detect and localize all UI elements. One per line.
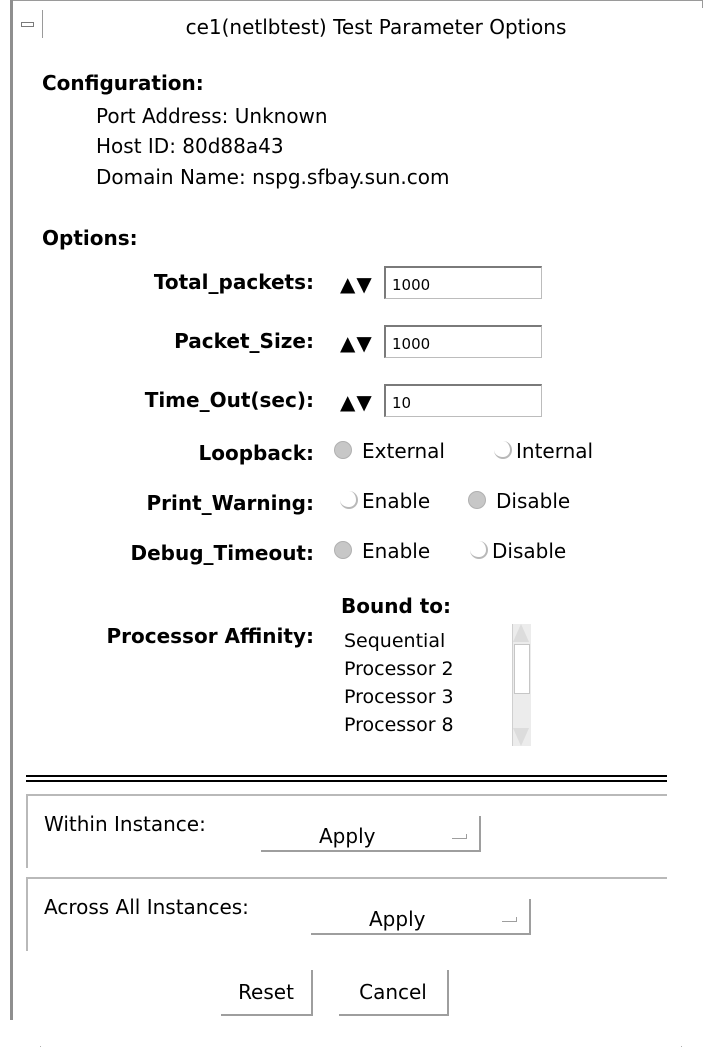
total-packets-input[interactable] bbox=[384, 266, 542, 299]
packet-size-spinner-arrows[interactable]: ▲▼ bbox=[340, 331, 373, 355]
radio-selected-icon bbox=[468, 491, 486, 509]
processor-list-scrollbar[interactable] bbox=[512, 624, 531, 746]
print-warning-disable-label: Disable bbox=[496, 489, 571, 513]
time-out-input[interactable] bbox=[384, 384, 542, 417]
loopback-radio-group: External Internal bbox=[334, 439, 634, 465]
host-id-text: Host ID: 80d88a43 bbox=[96, 134, 284, 158]
loopback-label: Loopback: bbox=[198, 441, 314, 465]
list-item[interactable]: Sequential bbox=[344, 630, 445, 652]
print-warning-radio-group: Enable Disable bbox=[340, 489, 620, 515]
print-warning-label: Print_Warning: bbox=[146, 491, 314, 515]
window-left-border bbox=[10, 0, 13, 1020]
loopback-external-label: External bbox=[362, 439, 445, 463]
packet-size-label: Packet_Size: bbox=[174, 329, 314, 353]
window-title: ce1(netlbtest) Test Parameter Options bbox=[185, 15, 567, 39]
window-top-border bbox=[10, 0, 703, 1]
packet-size-input[interactable] bbox=[384, 325, 542, 358]
section-divider bbox=[26, 780, 667, 782]
scroll-up-arrow-icon[interactable] bbox=[513, 624, 529, 642]
processor-affinity-label: Processor Affinity: bbox=[106, 624, 314, 648]
print-warning-enable-label: Enable bbox=[362, 489, 431, 513]
options-heading: Options: bbox=[42, 226, 138, 250]
processor-affinity-list[interactable]: Sequential Processor 2 Processor 3 Proce… bbox=[336, 620, 532, 748]
across-instances-label: Across All Instances: bbox=[44, 895, 249, 919]
debug-timeout-enable-label: Enable bbox=[362, 539, 431, 563]
debug-timeout-radio-group: Enable Disable bbox=[334, 539, 614, 565]
window-corner-mark bbox=[40, 1046, 41, 1047]
window-menu-icon bbox=[21, 22, 34, 27]
radio-selected-icon bbox=[334, 441, 352, 459]
scroll-down-arrow-icon[interactable] bbox=[513, 728, 529, 746]
list-item[interactable]: Processor 8 bbox=[344, 714, 454, 736]
apply-button-label: Apply bbox=[319, 824, 376, 848]
list-item[interactable]: Processor 2 bbox=[344, 658, 454, 680]
scroll-thumb[interactable] bbox=[514, 644, 530, 694]
window-right-border bbox=[702, 0, 703, 8]
domain-name-text: Domain Name: nspg.sfbay.sun.com bbox=[96, 165, 450, 189]
configuration-heading: Configuration: bbox=[42, 71, 204, 95]
bound-to-heading: Bound to: bbox=[341, 594, 452, 618]
title-bar: ce1(netlbtest) Test Parameter Options bbox=[10, 6, 702, 40]
within-instance-panel: Within Instance: Apply bbox=[26, 794, 667, 868]
within-instance-apply-button[interactable]: Apply bbox=[261, 816, 481, 852]
radio-unselected-icon bbox=[470, 541, 488, 559]
menu-indicator-icon bbox=[502, 917, 517, 922]
port-address-text: Port Address: Unknown bbox=[96, 104, 328, 128]
total-packets-label: Total_packets: bbox=[153, 270, 314, 294]
debug-timeout-label: Debug_Timeout: bbox=[130, 541, 314, 565]
menu-indicator-icon bbox=[452, 834, 467, 839]
radio-unselected-icon bbox=[340, 491, 358, 509]
across-instances-apply-button[interactable]: Apply bbox=[311, 899, 531, 935]
window-corner-mark bbox=[681, 1046, 682, 1047]
cancel-button[interactable]: Cancel bbox=[339, 970, 449, 1016]
time-out-label: Time_Out(sec): bbox=[144, 388, 314, 412]
radio-selected-icon bbox=[334, 541, 352, 559]
within-instance-label: Within Instance: bbox=[44, 812, 206, 836]
radio-unselected-icon bbox=[494, 441, 512, 459]
apply-button-label: Apply bbox=[369, 907, 426, 931]
time-out-spinner-arrows[interactable]: ▲▼ bbox=[340, 390, 373, 414]
window-menu-button[interactable] bbox=[12, 10, 43, 38]
total-packets-spinner-arrows[interactable]: ▲▼ bbox=[340, 272, 373, 296]
reset-button[interactable]: Reset bbox=[221, 970, 313, 1016]
section-divider bbox=[26, 775, 667, 777]
loopback-internal-label: Internal bbox=[516, 439, 594, 463]
list-item[interactable]: Processor 3 bbox=[344, 686, 454, 708]
across-instances-panel: Across All Instances: Apply bbox=[26, 877, 667, 951]
debug-timeout-disable-label: Disable bbox=[492, 539, 567, 563]
